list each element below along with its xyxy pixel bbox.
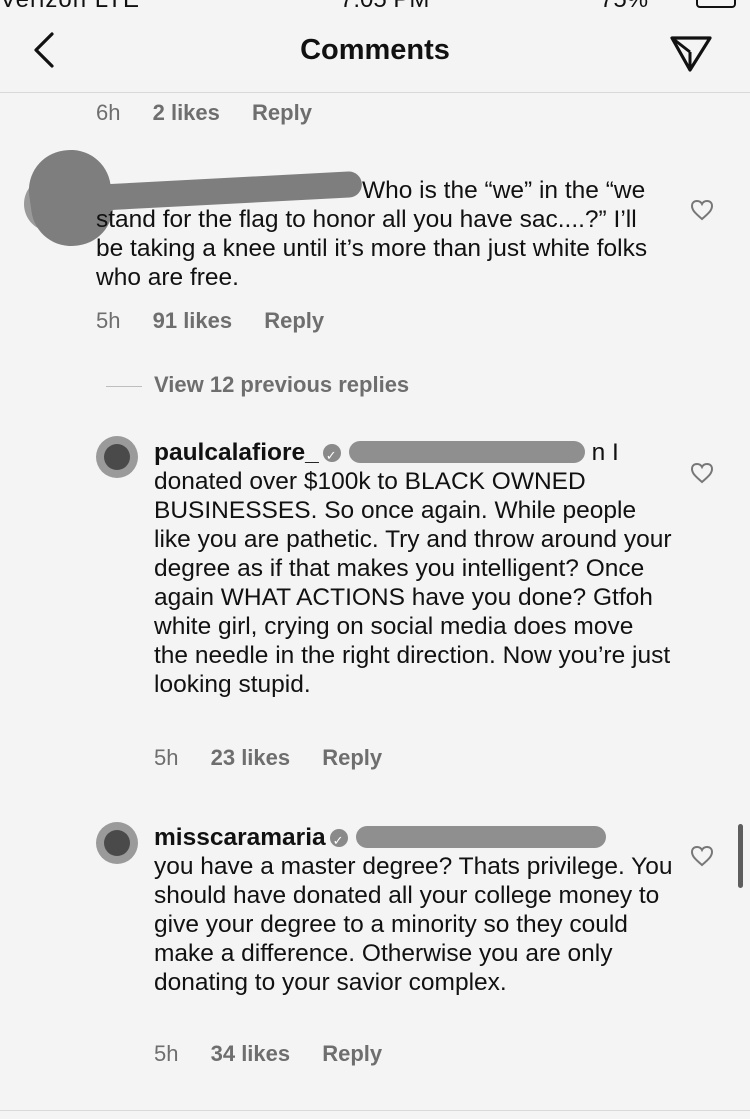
comment-meta: 5h 23 likes Reply <box>154 745 408 771</box>
divider <box>106 386 142 387</box>
likes-count[interactable]: 91 likes <box>153 308 233 333</box>
verified-badge-icon <box>329 826 348 855</box>
scrollbar[interactable] <box>738 824 743 888</box>
like-comment-button[interactable] <box>690 462 714 484</box>
comment-text: paulcalafiore_ n I donated over $100k to… <box>154 438 674 699</box>
reply-button[interactable]: Reply <box>252 100 312 125</box>
status-bar: Verizon LTE 7:05 PM 75% <box>0 0 750 13</box>
comment-body: donated over $100k to BLACK OWNED BUSINE… <box>154 468 672 698</box>
send-icon <box>670 36 712 72</box>
comment-text: Who is the “we” in the “we stand for the… <box>96 176 656 292</box>
comment-text: misscaramaria you have a master degree? … <box>154 823 674 997</box>
view-replies-label: View 12 previous replies <box>154 372 410 397</box>
reply-button[interactable]: Reply <box>264 308 324 333</box>
like-comment-button[interactable] <box>690 199 714 221</box>
divider <box>0 1110 750 1111</box>
comment-age: 5h <box>154 1041 179 1066</box>
verified-badge-icon <box>322 441 341 470</box>
reply-button[interactable]: Reply <box>322 1041 382 1066</box>
header: Comments <box>0 8 750 93</box>
comment-body: Who is the “we” in the “we stand for the… <box>96 177 648 291</box>
avatar[interactable] <box>96 822 138 864</box>
likes-count[interactable]: 23 likes <box>211 745 291 770</box>
redaction-mark <box>355 826 606 848</box>
comment-text-fragment: n I <box>591 439 619 466</box>
username[interactable]: misscaramaria <box>154 824 326 851</box>
likes-count[interactable]: 2 likes <box>153 100 220 125</box>
comment-age: 5h <box>154 745 179 770</box>
avatar[interactable] <box>96 436 138 478</box>
comment-meta: 5h 34 likes Reply <box>154 1041 408 1067</box>
like-comment-button[interactable] <box>690 845 714 867</box>
send-button[interactable] <box>668 32 714 74</box>
redaction-mark <box>348 441 585 463</box>
battery-icon <box>696 0 736 8</box>
username[interactable]: paulcalafiore_ <box>154 439 319 466</box>
comment-body: you have a master degree? Thats privileg… <box>154 853 673 996</box>
comment-age: 6h <box>96 100 121 125</box>
comment-age: 5h <box>96 308 121 333</box>
comment-meta: 6h 2 likes Reply <box>96 100 338 126</box>
heart-icon <box>690 462 714 484</box>
comment-meta: 5h 91 likes Reply <box>96 308 350 334</box>
page-title: Comments <box>300 34 450 66</box>
reply-button[interactable]: Reply <box>322 745 382 770</box>
likes-count[interactable]: 34 likes <box>211 1041 291 1066</box>
heart-icon <box>690 845 714 867</box>
heart-icon <box>690 199 714 221</box>
